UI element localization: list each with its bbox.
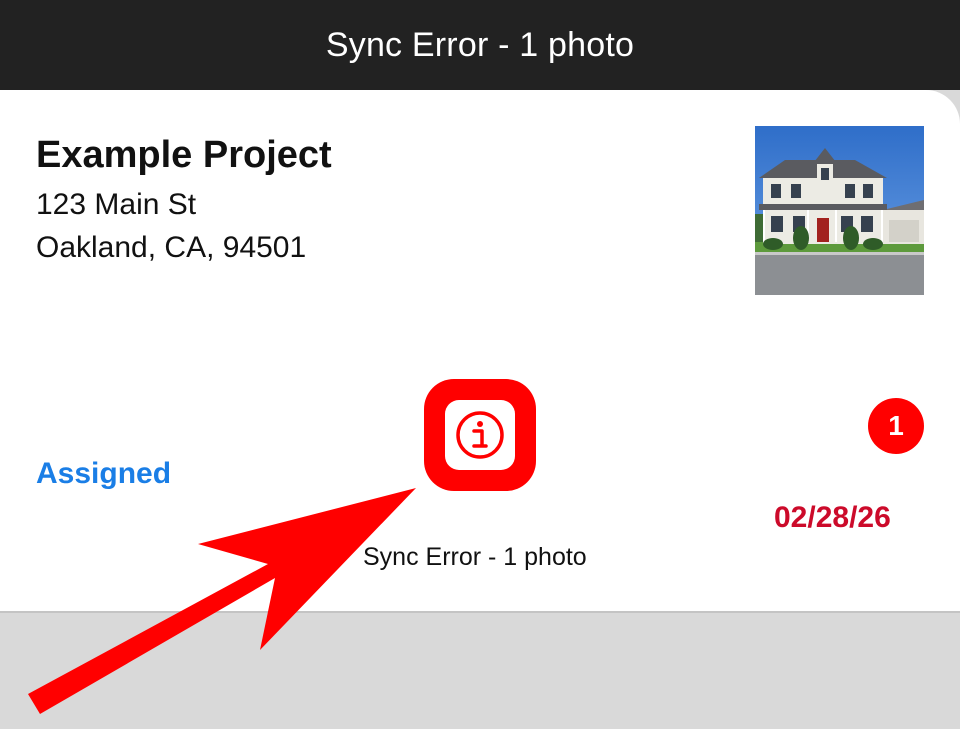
project-address-city: Oakland, CA, 94501 [36,231,307,264]
due-date: 02/28/26 [774,501,891,534]
house-photo-icon [755,126,924,295]
sync-error-button[interactable] [424,379,536,491]
project-photo-thumbnail[interactable] [755,126,924,295]
project-name: Example Project [36,134,332,176]
top-bar: Sync Error - 1 photo [0,0,960,90]
page-title: Sync Error - 1 photo [325,25,635,64]
project-status: Assigned [36,457,172,490]
app-screen: Sync Error - 1 photo Example Project 123… [0,0,960,729]
sync-error-caption: Sync Error - 1 photo [363,543,587,571]
project-address-street: 123 Main St [36,188,197,221]
sync-error-icon-frame [445,400,515,470]
photo-count-badge: 1 [868,398,924,454]
project-card[interactable]: Example Project 123 Main St Oakland, CA,… [0,90,960,613]
info-icon [456,411,504,459]
